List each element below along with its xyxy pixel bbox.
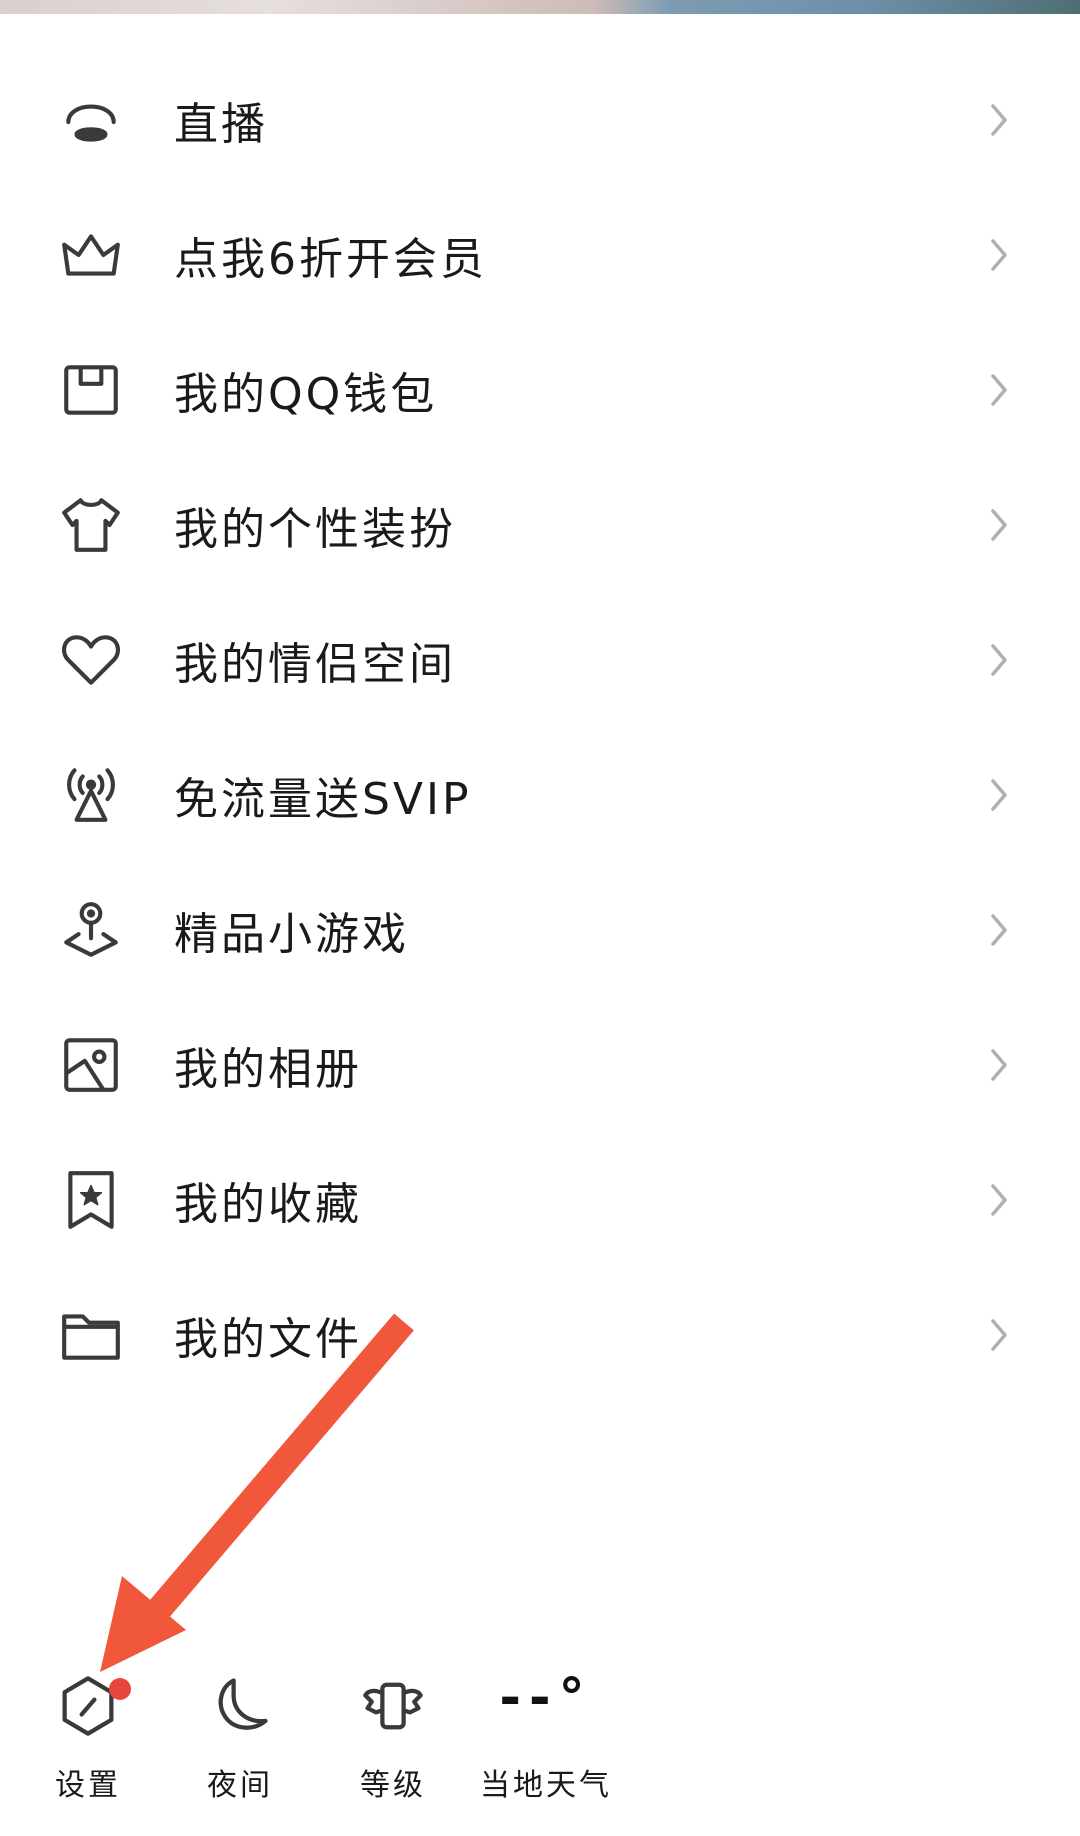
chevron-right-icon [991, 1318, 1007, 1351]
weather-label: 当地天气 [480, 1768, 612, 1803]
menu-item-free-data[interactable]: 免流量送SVIP [0, 727, 1080, 862]
menu-item-label: 我的情侣空间 [174, 638, 456, 690]
weather-temperature: --° [499, 1668, 593, 1728]
menu-item-label: 精品小游戏 [174, 908, 409, 960]
qq-side-drawer: 直播 点我6折开会员 我的QQ钱包 我的个性装扮 我的情侣空间 免流量送SVIP… [0, 0, 1080, 1836]
night-mode-button[interactable]: 夜间 [165, 1660, 315, 1820]
chevron-right-icon [991, 103, 1007, 136]
menu-item-album[interactable]: 我的相册 [0, 997, 1080, 1132]
menu-item-label: 我的QQ钱包 [174, 368, 438, 420]
level-label: 等级 [360, 1768, 426, 1803]
chevron-right-icon [991, 238, 1007, 271]
level-button[interactable]: 等级 [318, 1660, 468, 1820]
menu-item-wallet[interactable]: 我的QQ钱包 [0, 322, 1080, 457]
menu-item-live[interactable]: 直播 [0, 52, 1080, 187]
menu-item-theme[interactable]: 我的个性装扮 [0, 457, 1080, 592]
menu-item-label: 我的文件 [174, 1313, 362, 1365]
profile-banner-edge [0, 0, 1080, 14]
menu-item-files[interactable]: 我的文件 [0, 1267, 1080, 1402]
moon-icon [204, 1670, 276, 1742]
menu-item-label: 点我6折开会员 [174, 233, 487, 285]
menu-item-label: 我的个性装扮 [174, 503, 456, 555]
menu-item-label: 免流量送SVIP [174, 773, 472, 825]
menu-item-label: 我的相册 [174, 1043, 362, 1095]
heart-icon [56, 625, 126, 695]
chevron-right-icon [991, 643, 1007, 676]
live-dome-icon [56, 85, 126, 155]
crown-icon [56, 220, 126, 290]
menu-item-label: 我的收藏 [174, 1178, 362, 1230]
menu-item-favorites[interactable]: 我的收藏 [0, 1132, 1080, 1267]
signal-tower-icon [56, 760, 126, 830]
menu-item-mini-games[interactable]: 精品小游戏 [0, 862, 1080, 997]
drawer-bottom-bar: 设置 夜间 等级 --° 当地天气 [0, 1660, 1080, 1820]
chevron-right-icon [991, 373, 1007, 406]
chevron-right-icon [991, 913, 1007, 946]
chevron-right-icon [991, 778, 1007, 811]
settings-button[interactable]: 设置 [13, 1660, 163, 1820]
night-mode-label: 夜间 [207, 1768, 273, 1803]
bookmark-star-icon [56, 1165, 126, 1235]
tshirt-icon [56, 490, 126, 560]
game-pin-icon [56, 895, 126, 965]
menu-item-label: 直播 [174, 98, 268, 150]
chevron-right-icon [991, 1048, 1007, 1081]
folder-icon [56, 1300, 126, 1370]
notification-dot [109, 1678, 131, 1700]
chevron-right-icon [991, 1183, 1007, 1216]
wallet-icon [56, 355, 126, 425]
chevron-right-icon [991, 508, 1007, 541]
settings-label: 设置 [55, 1768, 121, 1803]
menu-item-couple-space[interactable]: 我的情侣空间 [0, 592, 1080, 727]
weather-button[interactable]: --° 当地天气 [471, 1660, 621, 1820]
menu-item-vip[interactable]: 点我6折开会员 [0, 187, 1080, 322]
drawer-menu: 直播 点我6折开会员 我的QQ钱包 我的个性装扮 我的情侣空间 免流量送SVIP… [0, 52, 1080, 1402]
level-wings-icon [357, 1670, 429, 1742]
photo-album-icon [56, 1030, 126, 1100]
